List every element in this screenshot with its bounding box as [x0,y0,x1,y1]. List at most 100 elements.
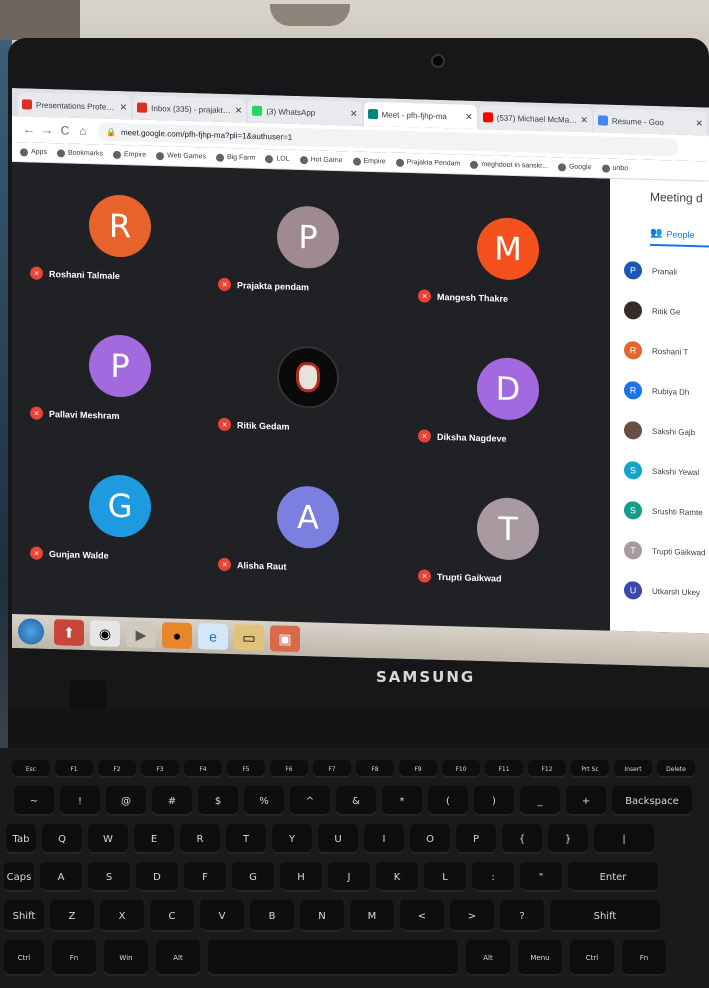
keyboard-key[interactable]: L [424,862,466,892]
participant-tile[interactable]: D ✕ Diksha Nagdeve [412,345,602,490]
close-icon[interactable]: ✕ [350,108,358,119]
keyboard-key[interactable]: _ [520,786,560,816]
keyboard-key[interactable]: O [410,824,450,854]
keyboard-key[interactable]: Menu [518,940,562,976]
keyboard-key[interactable]: F10 [442,760,480,778]
keyboard-key[interactable]: G [232,862,274,892]
bookmark-item[interactable]: Prajakta Pendam [395,158,460,168]
close-icon[interactable]: ✕ [465,111,473,122]
keyboard-key[interactable]: Esc [12,760,50,778]
keyboard-key[interactable]: Caps [4,862,34,892]
people-list-item[interactable]: S Sakshi Yewal [624,459,699,483]
browser-tab[interactable]: Meet - pfh-fjhp-ma ✕ [363,101,477,129]
participant-tile[interactable]: R ✕ Roshani Talmale [24,182,214,327]
bookmark-item[interactable]: unbo [601,163,628,173]
powerpoint-icon[interactable]: ▣ [270,625,300,653]
acrobat-icon[interactable]: ⬆ [54,619,84,647]
keyboard-key[interactable]: F9 [399,760,437,778]
people-list-item[interactable]: T Trupti Gaikwad [624,539,706,563]
browser-tab[interactable]: Inbox (335) - prajaktape ✕ [133,95,247,123]
back-icon[interactable]: ← [20,122,38,137]
bookmark-item[interactable]: Empire [352,157,386,166]
keyboard-key[interactable]: Fn [622,940,666,976]
participant-tile[interactable]: P ✕ Pallavi Meshram [24,322,214,467]
bookmark-item[interactable]: Web Games [156,151,206,161]
keyboard-key[interactable]: C [150,900,194,932]
people-list-item[interactable]: R Roshani T [624,339,688,363]
keyboard-key[interactable]: ! [60,786,100,816]
keyboard-key[interactable]: V [200,900,244,932]
keyboard-key[interactable]: + [566,786,606,816]
keyboard-key[interactable]: ~ [14,786,54,816]
keyboard-key[interactable]: Tab [6,824,36,854]
keyboard-key[interactable]: P [456,824,496,854]
home-icon[interactable]: ⌂ [74,124,92,139]
bookmark-item[interactable]: Big Farm [215,153,255,162]
keyboard-key[interactable]: Win [104,940,148,976]
close-icon[interactable]: ✕ [235,105,243,116]
keyboard-key[interactable]: F7 [313,760,351,778]
bookmark-item[interactable]: meghdoot in sanskr... [470,160,548,170]
keyboard-key[interactable]: < [400,900,444,932]
internet-explorer-icon[interactable]: e [198,623,228,651]
start-button[interactable] [18,618,44,645]
participant-tile[interactable]: P ✕ Prajakta pendam [212,194,402,339]
keyboard-key[interactable]: Prt Sc [571,760,609,778]
keyboard-key[interactable]: B [250,900,294,932]
keyboard-key[interactable]: S [88,862,130,892]
keyboard-key[interactable]: Ctrl [570,940,614,976]
keyboard-key[interactable]: Enter [568,862,658,892]
keyboard-key[interactable]: % [244,786,284,816]
keyboard-key[interactable]: Q [42,824,82,854]
keyboard-key[interactable]: $ [198,786,238,816]
people-list-item[interactable]: R Rubiya Dh [624,379,689,403]
participant-tile[interactable]: T ✕ Trupti Gaikwad [412,485,602,630]
keyboard-key[interactable]: X [100,900,144,932]
keyboard-key[interactable]: * [382,786,422,816]
keyboard-key[interactable]: E [134,824,174,854]
keyboard-key[interactable]: ? [500,900,544,932]
bookmark-item[interactable]: Bookmarks [56,148,103,158]
keyboard-key[interactable]: } [548,824,588,854]
reload-icon[interactable]: C [56,123,74,138]
bookmark-item[interactable]: Google [557,162,592,172]
keyboard-key[interactable]: D [136,862,178,892]
chrome-icon[interactable]: ◉ [90,620,120,648]
keyboard-key[interactable]: F3 [141,760,179,778]
participant-tile[interactable]: G ✕ Gunjan Walde [24,462,214,607]
bookmark-item[interactable]: Apps [20,147,47,157]
participant-tile[interactable]: ✕ Ritik Gedam [212,334,402,479]
keyboard-key[interactable]: ^ [290,786,330,816]
close-icon[interactable]: ✕ [580,114,588,125]
keyboard-key[interactable]: F11 [485,760,523,778]
people-list-item[interactable]: Ritik Ge [624,299,680,323]
keyboard-key[interactable]: F1 [55,760,93,778]
people-list-item[interactable]: U Utkarsh Ukey [624,579,700,603]
keyboard-key[interactable]: & [336,786,376,816]
keyboard-key[interactable]: H [280,862,322,892]
keyboard-key[interactable]: F8 [356,760,394,778]
close-icon[interactable]: ✕ [695,118,703,129]
bookmark-item[interactable]: LOL [265,154,290,164]
participant-tile[interactable]: A ✕ Alisha Raut [212,474,402,619]
bookmark-item[interactable]: Hot Game [299,155,343,165]
keyboard-key[interactable]: > [450,900,494,932]
keyboard-key[interactable]: F6 [270,760,308,778]
participant-tile[interactable]: M ✕ Mangesh Thakre [412,205,602,350]
keyboard-key[interactable]: R [180,824,220,854]
people-list-item[interactable]: Sakshi Gajb [624,419,695,443]
keyboard-key[interactable]: Z [50,900,94,932]
keyboard-key[interactable]: Alt [156,940,200,976]
keyboard-key[interactable]: ) [474,786,514,816]
browser-tab[interactable]: Presentations Professio ✕ [18,92,132,120]
keyboard-key[interactable]: F [184,862,226,892]
keyboard-key[interactable]: F4 [184,760,222,778]
keyboard-key[interactable]: I [364,824,404,854]
keyboard-key[interactable]: F12 [528,760,566,778]
keyboard-key[interactable]: Delete [657,760,695,778]
keyboard-key[interactable] [208,940,458,976]
keyboard-key[interactable]: Ctrl [4,940,44,976]
keyboard-key[interactable]: { [502,824,542,854]
keyboard-key[interactable]: N [300,900,344,932]
people-list-item[interactable]: S Srushti Ramte [624,499,703,523]
